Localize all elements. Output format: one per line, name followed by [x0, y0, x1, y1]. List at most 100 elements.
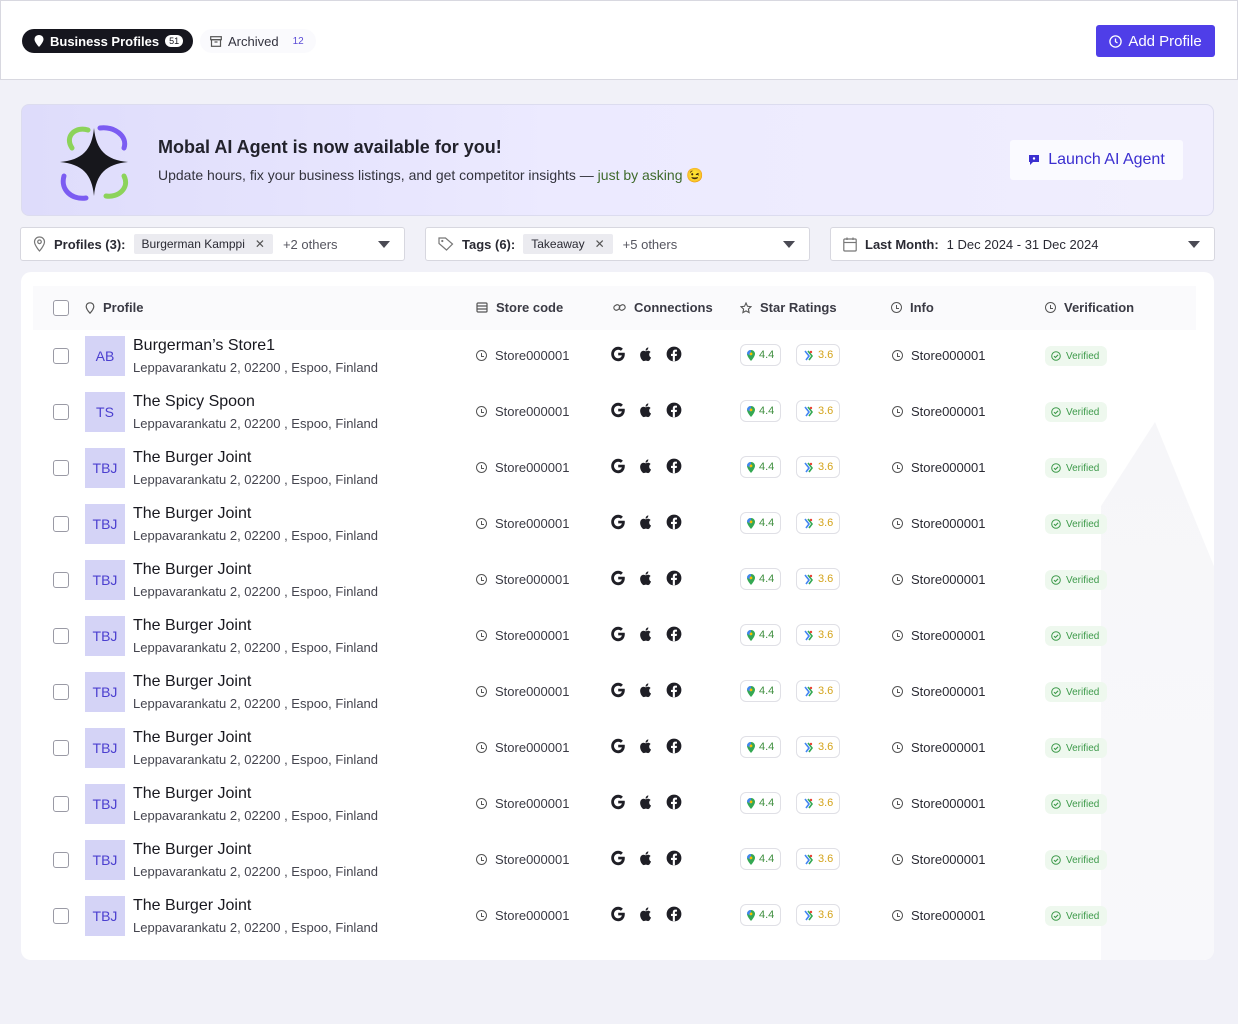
clock-icon [892, 910, 903, 921]
table-row[interactable]: TBJ The Burger Joint Leppavarankatu 2, 0… [21, 440, 1214, 496]
apple-icon[interactable] [638, 906, 654, 922]
tag-icon [438, 237, 454, 251]
row-checkbox[interactable] [53, 684, 69, 700]
clock-icon [892, 574, 903, 585]
facebook-icon[interactable] [666, 570, 682, 586]
column-star-ratings[interactable]: Star Ratings [740, 300, 837, 315]
row-checkbox[interactable] [53, 796, 69, 812]
apple-icon[interactable] [638, 682, 654, 698]
profile-name[interactable]: The Burger Joint [133, 505, 251, 523]
column-verification[interactable]: Verification [1045, 300, 1134, 315]
check-circle-icon [1051, 407, 1061, 417]
chevron-down-icon[interactable] [783, 241, 795, 248]
table-row[interactable]: TBJ The Burger Joint Leppavarankatu 2, 0… [21, 832, 1214, 888]
google-icon[interactable] [610, 346, 626, 362]
tripadvisor-icon [804, 574, 814, 584]
chevron-down-icon[interactable] [378, 241, 390, 248]
add-profile-button[interactable]: Add Profile [1096, 25, 1215, 57]
profile-name[interactable]: The Burger Joint [133, 729, 251, 747]
connections-cell [610, 906, 682, 922]
profile-name[interactable]: The Spicy Spoon [133, 393, 255, 411]
profile-name[interactable]: The Burger Joint [133, 841, 251, 859]
profile-address: Leppavarankatu 2, 02200 , Espoo, Finland [133, 584, 379, 599]
tab-archived[interactable]: Archived 12 [200, 29, 316, 53]
apple-icon[interactable] [638, 570, 654, 586]
profile-name[interactable]: Burgerman’s Store1 [133, 337, 275, 355]
launch-ai-agent-button[interactable]: Launch AI Agent [1010, 140, 1183, 180]
table-row[interactable]: TBJ The Burger Joint Leppavarankatu 2, 0… [21, 552, 1214, 608]
table-row[interactable]: TBJ The Burger Joint Leppavarankatu 2, 0… [21, 776, 1214, 832]
apple-icon[interactable] [638, 514, 654, 530]
google-icon[interactable] [610, 738, 626, 754]
chevron-down-icon[interactable] [1188, 241, 1200, 248]
google-icon[interactable] [610, 570, 626, 586]
apple-icon[interactable] [638, 458, 654, 474]
column-info-label: Info [910, 300, 934, 315]
filter-chip-label: Takeaway [531, 237, 585, 251]
tab-label: Business Profiles [50, 33, 160, 49]
facebook-icon[interactable] [666, 906, 682, 922]
tripadvisor-rating-badge: 3.6 [796, 624, 841, 646]
remove-chip-icon[interactable]: ✕ [255, 237, 265, 251]
google-icon[interactable] [610, 402, 626, 418]
profile-name[interactable]: The Burger Joint [133, 897, 251, 915]
column-connections[interactable]: Connections [613, 300, 713, 315]
row-checkbox[interactable] [53, 740, 69, 756]
apple-icon[interactable] [638, 794, 654, 810]
row-checkbox[interactable] [53, 348, 69, 364]
facebook-icon[interactable] [666, 346, 682, 362]
column-info[interactable]: Info [891, 300, 934, 315]
tags-filter[interactable]: Tags (6): Takeaway ✕ +5 others [425, 227, 810, 261]
profiles-filter[interactable]: Profiles (3): Burgerman Kamppi ✕ +2 othe… [20, 227, 405, 261]
row-checkbox[interactable] [53, 852, 69, 868]
facebook-icon[interactable] [666, 626, 682, 642]
profile-name[interactable]: The Burger Joint [133, 561, 251, 579]
google-icon[interactable] [610, 626, 626, 642]
google-icon[interactable] [610, 682, 626, 698]
google-icon[interactable] [610, 850, 626, 866]
verification-status: Verified [1066, 910, 1100, 922]
facebook-icon[interactable] [666, 738, 682, 754]
apple-icon[interactable] [638, 850, 654, 866]
row-checkbox[interactable] [53, 460, 69, 476]
google-rating-value: 4.4 [759, 349, 775, 361]
tab-business-profiles[interactable]: Business Profiles 51 [22, 29, 194, 53]
facebook-icon[interactable] [666, 794, 682, 810]
row-checkbox[interactable] [53, 404, 69, 420]
row-checkbox[interactable] [53, 572, 69, 588]
row-checkbox[interactable] [53, 628, 69, 644]
google-icon[interactable] [610, 906, 626, 922]
facebook-icon[interactable] [666, 514, 682, 530]
table-row[interactable]: AB Burgerman’s Store1 Leppavarankatu 2, … [21, 328, 1214, 384]
apple-icon[interactable] [638, 346, 654, 362]
apple-icon[interactable] [638, 402, 654, 418]
row-checkbox[interactable] [53, 516, 69, 532]
column-profile[interactable]: Profile [85, 300, 143, 315]
check-circle-icon [1051, 799, 1061, 809]
profile-name[interactable]: The Burger Joint [133, 785, 251, 803]
facebook-icon[interactable] [666, 682, 682, 698]
facebook-icon[interactable] [666, 850, 682, 866]
facebook-icon[interactable] [666, 402, 682, 418]
date-filter[interactable]: Last Month: 1 Dec 2024 - 31 Dec 2024 [830, 227, 1215, 261]
table-row[interactable]: TBJ The Burger Joint Leppavarankatu 2, 0… [21, 888, 1214, 944]
profile-name[interactable]: The Burger Joint [133, 617, 251, 635]
google-icon[interactable] [610, 794, 626, 810]
table-row[interactable]: TBJ The Burger Joint Leppavarankatu 2, 0… [21, 664, 1214, 720]
row-checkbox[interactable] [53, 908, 69, 924]
profile-name[interactable]: The Burger Joint [133, 449, 251, 467]
google-icon[interactable] [610, 458, 626, 474]
apple-icon[interactable] [638, 626, 654, 642]
remove-chip-icon[interactable]: ✕ [595, 237, 605, 251]
select-all-checkbox[interactable] [53, 300, 69, 316]
facebook-icon[interactable] [666, 458, 682, 474]
column-store-code[interactable]: Store code [476, 300, 563, 315]
apple-icon[interactable] [638, 738, 654, 754]
tripadvisor-rating-value: 3.6 [818, 349, 834, 361]
table-row[interactable]: TBJ The Burger Joint Leppavarankatu 2, 0… [21, 608, 1214, 664]
table-row[interactable]: TS The Spicy Spoon Leppavarankatu 2, 022… [21, 384, 1214, 440]
table-row[interactable]: TBJ The Burger Joint Leppavarankatu 2, 0… [21, 496, 1214, 552]
table-row[interactable]: TBJ The Burger Joint Leppavarankatu 2, 0… [21, 720, 1214, 776]
profile-name[interactable]: The Burger Joint [133, 673, 251, 691]
google-icon[interactable] [610, 514, 626, 530]
